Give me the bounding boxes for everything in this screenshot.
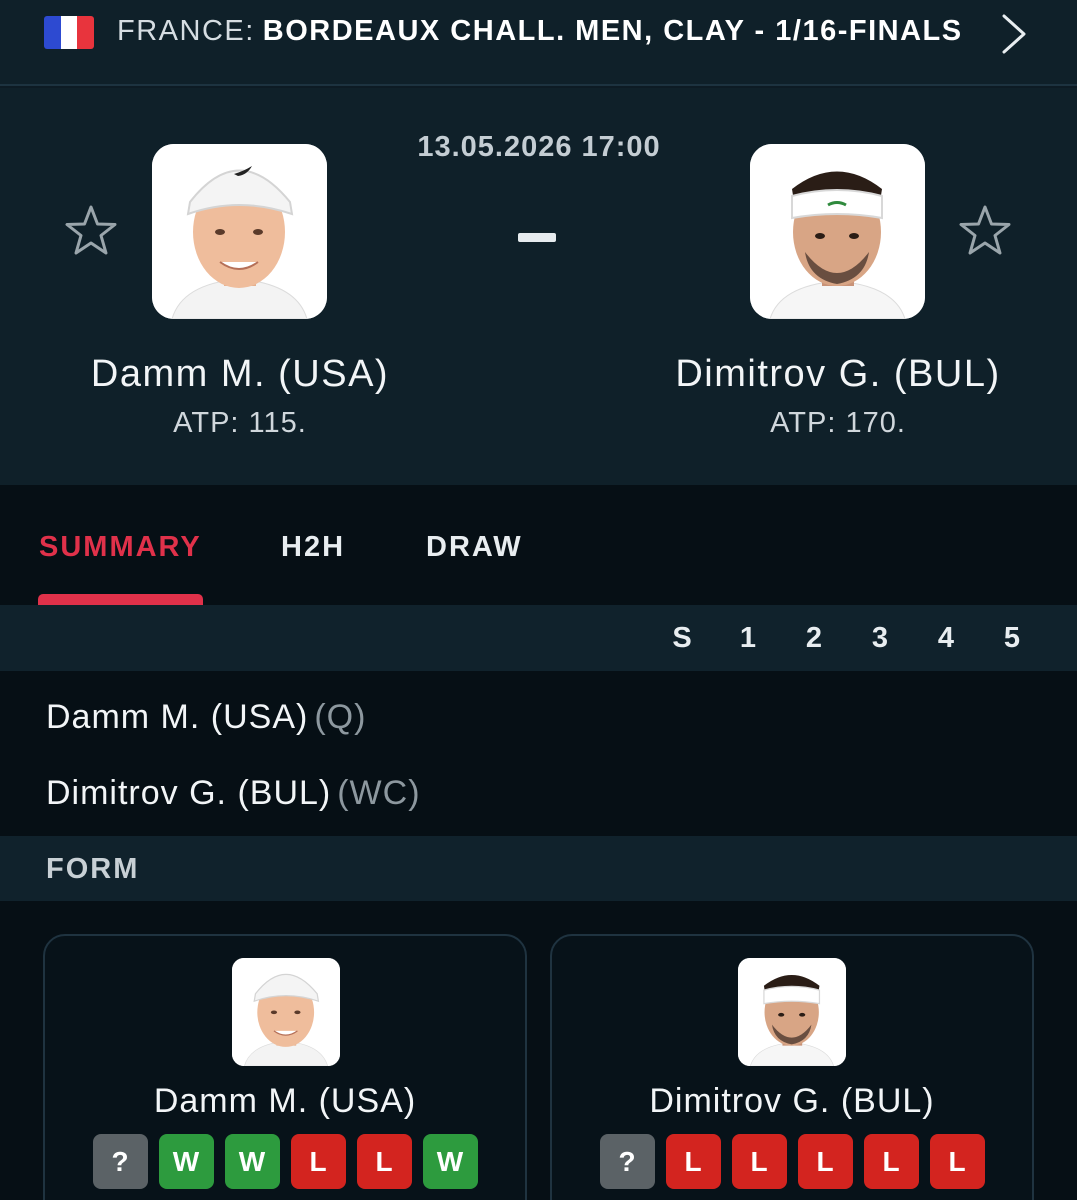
away-form-name: Dimitrov G. (BUL) bbox=[649, 1082, 935, 1120]
home-form-card[interactable]: Damm M. (USA) ? W W L L W bbox=[43, 934, 527, 1200]
qualifier-tag: (Q) bbox=[314, 698, 367, 736]
home-player-name[interactable]: Damm M. (USA) bbox=[30, 353, 450, 396]
form-result-badge[interactable]: ? bbox=[599, 1134, 655, 1189]
home-form-avatar bbox=[232, 958, 340, 1066]
set-header-1: 1 bbox=[739, 622, 757, 654]
form-result-badge[interactable]: W bbox=[422, 1134, 478, 1189]
form-result-badge[interactable]: L bbox=[797, 1134, 853, 1189]
form-result-badge[interactable]: L bbox=[929, 1134, 985, 1189]
wildcard-tag: (WC) bbox=[337, 774, 421, 812]
match-header: 13.05.2026 17:00 Damm M. (USA) ATP: 115.… bbox=[0, 88, 1077, 485]
active-tab-indicator bbox=[38, 594, 203, 605]
away-player-rank: ATP: 170. bbox=[770, 407, 906, 439]
home-player-avatar[interactable] bbox=[152, 144, 327, 319]
form-result-badge[interactable]: W bbox=[158, 1134, 214, 1189]
score-row-away-name: Dimitrov G. (BUL) bbox=[46, 774, 332, 812]
match-datetime: 13.05.2026 17:00 bbox=[417, 131, 661, 163]
breadcrumb-country: FRANCE: bbox=[117, 15, 255, 47]
tab-draw[interactable]: DRAW bbox=[426, 531, 523, 564]
france-flag-icon bbox=[44, 16, 94, 49]
set-header-5: 5 bbox=[1003, 622, 1021, 654]
set-header-3: 3 bbox=[871, 622, 889, 654]
set-header-s: S bbox=[672, 622, 692, 654]
away-form-card[interactable]: Dimitrov G. (BUL) ? L L L L L bbox=[550, 934, 1034, 1200]
top-bar: FRANCE: BORDEAUX CHALL. MEN, CLAY - 1/16-… bbox=[0, 0, 1077, 86]
form-result-badge[interactable]: ? bbox=[92, 1134, 148, 1189]
form-result-badge[interactable]: W bbox=[224, 1134, 280, 1189]
away-form-avatar bbox=[738, 958, 846, 1066]
form-result-badge[interactable]: L bbox=[356, 1134, 412, 1189]
favorite-star-icon[interactable] bbox=[956, 203, 1014, 261]
score-row-home[interactable]: Damm M. (USA) (Q) bbox=[46, 698, 366, 737]
set-header-row: S 1 2 3 4 5 bbox=[0, 605, 1077, 671]
away-player-name[interactable]: Dimitrov G. (BUL) bbox=[628, 353, 1048, 396]
breadcrumb[interactable]: FRANCE: BORDEAUX CHALL. MEN, CLAY - 1/16-… bbox=[117, 15, 963, 48]
form-result-badge[interactable]: L bbox=[731, 1134, 787, 1189]
form-section-header: FORM bbox=[0, 836, 1077, 901]
score-row-home-name: Damm M. (USA) bbox=[46, 698, 309, 736]
score-row-away[interactable]: Dimitrov G. (BUL) (WC) bbox=[46, 774, 421, 813]
form-section: Damm M. (USA) ? W W L L W Dimitrov G. (B… bbox=[0, 901, 1077, 1200]
set-header-4: 4 bbox=[937, 622, 955, 654]
home-form-name: Damm M. (USA) bbox=[153, 1082, 417, 1120]
form-result-badge[interactable]: L bbox=[863, 1134, 919, 1189]
tab-bar: SUMMARY H2H DRAW bbox=[0, 485, 1077, 605]
form-result-badge[interactable]: L bbox=[665, 1134, 721, 1189]
away-form-results: ? L L L L L bbox=[552, 1134, 1032, 1189]
breadcrumb-tournament: BORDEAUX CHALL. MEN, CLAY - 1/16-FINALS bbox=[262, 15, 963, 47]
chevron-right-icon[interactable] bbox=[996, 12, 1032, 56]
form-title: FORM bbox=[46, 853, 140, 885]
score-dash bbox=[518, 233, 556, 242]
tab-h2h[interactable]: H2H bbox=[281, 531, 345, 564]
score-table: Damm M. (USA) (Q) Dimitrov G. (BUL) (WC) bbox=[0, 671, 1077, 836]
set-header-2: 2 bbox=[805, 622, 823, 654]
tab-summary[interactable]: SUMMARY bbox=[39, 531, 202, 564]
home-player-rank: ATP: 115. bbox=[173, 407, 307, 439]
favorite-star-icon[interactable] bbox=[62, 203, 120, 261]
away-player-avatar[interactable] bbox=[750, 144, 925, 319]
home-form-results: ? W W L L W bbox=[45, 1134, 525, 1189]
form-result-badge[interactable]: L bbox=[290, 1134, 346, 1189]
